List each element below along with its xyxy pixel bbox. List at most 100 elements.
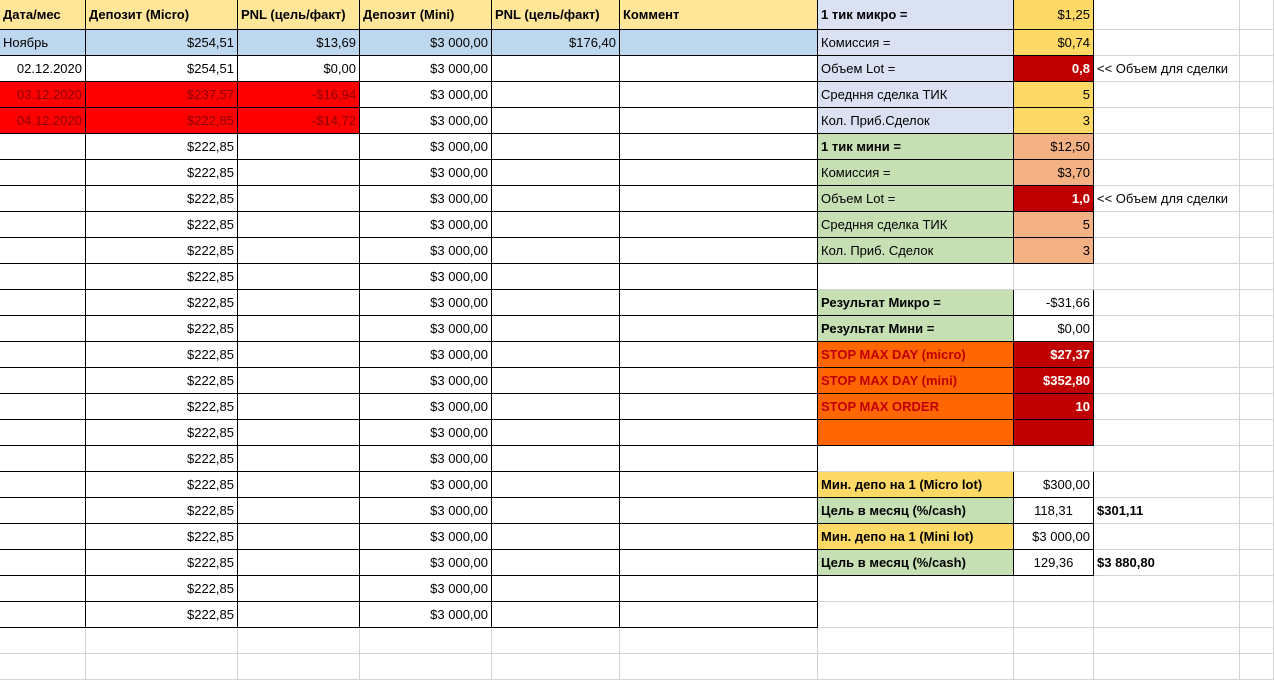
grid-cell[interactable] [818,446,1014,472]
stop-value[interactable] [1014,420,1094,446]
target-cash[interactable]: $301,11 [1094,498,1240,524]
row-comment[interactable] [620,472,818,498]
param-mini-value[interactable]: 1,0 [1014,186,1094,212]
row-date[interactable] [0,134,86,160]
row-comment[interactable] [620,524,818,550]
row-date[interactable] [0,160,86,186]
row-pnl-mini[interactable] [492,602,620,628]
row-deposit-micro[interactable]: $222,85 [86,264,238,290]
param-mini-value[interactable]: $12,50 [1014,134,1094,160]
row-pnl-mini[interactable] [492,238,620,264]
row-deposit-micro[interactable]: $222,85 [86,160,238,186]
grid-cell[interactable] [86,628,238,654]
grid-cell[interactable] [492,628,620,654]
row-pnl-mini[interactable] [492,550,620,576]
column-header[interactable]: Коммент [620,0,818,30]
row-comment[interactable] [620,420,818,446]
row-comment[interactable] [620,290,818,316]
row-deposit-mini[interactable]: $3 000,00 [360,368,492,394]
row-date[interactable] [0,420,86,446]
grid-cell[interactable] [818,576,1014,602]
stop-label[interactable]: STOP MAX ORDER [818,394,1014,420]
grid-cell[interactable] [1094,342,1240,368]
param-micro-value[interactable]: 5 [1014,82,1094,108]
row-deposit-mini[interactable]: $3 000,00 [360,316,492,342]
param-mini-label[interactable]: Комиссия = [818,160,1014,186]
grid-cell[interactable] [1240,316,1274,342]
result-value[interactable]: -$31,66 [1014,290,1094,316]
grid-cell[interactable] [1094,446,1240,472]
row-deposit-mini[interactable]: $3 000,00 [360,394,492,420]
target-label[interactable]: Цель в месяц (%/cash) [818,498,1014,524]
row-deposit-micro[interactable]: $222,85 [86,524,238,550]
grid-cell[interactable] [1094,30,1240,56]
row-pnl-micro[interactable] [238,238,360,264]
grid-cell[interactable] [1094,290,1240,316]
row-comment[interactable] [620,186,818,212]
result-label[interactable]: Результат Микро = [818,290,1014,316]
target-value[interactable]: 129,36 [1014,550,1094,576]
row-comment[interactable] [620,212,818,238]
grid-cell[interactable] [1094,316,1240,342]
grid-cell[interactable] [1014,628,1094,654]
grid-cell[interactable] [1094,160,1240,186]
row-comment[interactable] [620,264,818,290]
row-date[interactable] [0,264,86,290]
grid-cell[interactable] [1240,56,1274,82]
row-date[interactable] [0,472,86,498]
grid-cell[interactable] [1240,446,1274,472]
row-deposit-micro[interactable]: $222,85 [86,316,238,342]
row-deposit-mini[interactable]: $3 000,00 [360,160,492,186]
row-date[interactable] [0,576,86,602]
row-pnl-micro[interactable]: $0,00 [238,56,360,82]
row-pnl-mini[interactable] [492,186,620,212]
row-date[interactable] [0,290,86,316]
row-pnl-mini[interactable] [492,56,620,82]
row-deposit-mini[interactable]: $3 000,00 [360,186,492,212]
month-deposit-micro[interactable]: $254,51 [86,30,238,56]
grid-cell[interactable] [1240,576,1274,602]
target-value[interactable]: $3 000,00 [1014,524,1094,550]
row-comment[interactable] [620,368,818,394]
row-date[interactable] [0,446,86,472]
row-comment[interactable] [620,134,818,160]
row-date[interactable] [0,498,86,524]
row-comment[interactable] [620,550,818,576]
grid-cell[interactable] [86,654,238,680]
row-deposit-micro[interactable]: $222,85 [86,212,238,238]
row-pnl-mini[interactable] [492,82,620,108]
row-comment[interactable] [620,498,818,524]
grid-cell[interactable] [1094,472,1240,498]
row-pnl-mini[interactable] [492,576,620,602]
row-pnl-micro[interactable] [238,368,360,394]
column-header[interactable]: Депозит (Mini) [360,0,492,30]
param-micro-label[interactable]: Комиссия = [818,30,1014,56]
row-date[interactable] [0,550,86,576]
grid-cell[interactable] [1240,472,1274,498]
row-comment[interactable] [620,316,818,342]
row-pnl-micro[interactable] [238,212,360,238]
row-deposit-micro[interactable]: $222,85 [86,602,238,628]
grid-cell[interactable] [238,654,360,680]
row-pnl-mini[interactable] [492,420,620,446]
row-deposit-micro[interactable]: $222,85 [86,238,238,264]
param-mini-value[interactable]: $3,70 [1014,160,1094,186]
grid-cell[interactable] [818,628,1014,654]
row-pnl-micro[interactable] [238,602,360,628]
month-comment[interactable] [620,30,818,56]
row-pnl-micro[interactable] [238,394,360,420]
target-label[interactable]: Мин. депо на 1 (Micro lot) [818,472,1014,498]
grid-cell[interactable] [1240,654,1274,680]
row-pnl-mini[interactable] [492,394,620,420]
row-deposit-micro[interactable]: $222,85 [86,394,238,420]
row-pnl-micro[interactable] [238,160,360,186]
grid-cell[interactable] [1240,342,1274,368]
row-date[interactable]: 04.12.2020 [0,108,86,134]
stop-label[interactable]: STOP MAX DAY (micro) [818,342,1014,368]
grid-cell[interactable] [1094,108,1240,134]
row-comment[interactable] [620,342,818,368]
param-mini-value[interactable]: 3 [1014,238,1094,264]
target-value[interactable]: 118,31 [1014,498,1094,524]
grid-cell[interactable] [1094,602,1240,628]
row-pnl-mini[interactable] [492,498,620,524]
